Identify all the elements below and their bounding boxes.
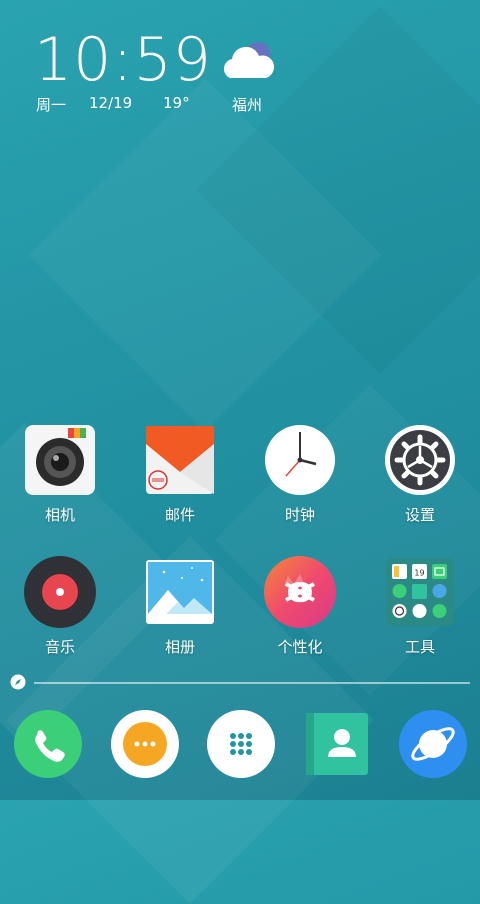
clock-time[interactable]: 10:59 bbox=[34, 28, 212, 92]
gallery-icon bbox=[144, 556, 216, 628]
clock-icon bbox=[264, 424, 336, 496]
compass-icon[interactable] bbox=[10, 674, 26, 694]
mail-icon bbox=[144, 424, 216, 496]
dock-browser[interactable] bbox=[398, 709, 468, 779]
dock-phone[interactable] bbox=[13, 709, 83, 779]
contacts-icon bbox=[306, 713, 368, 775]
app-music[interactable]: 音乐 bbox=[10, 556, 110, 657]
dock-contacts[interactable] bbox=[302, 709, 372, 779]
phone-icon bbox=[14, 710, 82, 778]
camera-icon bbox=[24, 424, 96, 496]
dock-messages[interactable] bbox=[110, 709, 180, 779]
temperature-label: 19° bbox=[163, 94, 190, 112]
app-label: 邮件 bbox=[164, 506, 195, 524]
app-label: 时钟 bbox=[284, 506, 315, 524]
app-drawer-icon bbox=[207, 710, 275, 778]
tools-folder-icon: 19 bbox=[384, 556, 456, 628]
app-label: 相册 bbox=[164, 638, 195, 656]
app-mail[interactable]: 邮件 bbox=[130, 424, 230, 525]
app-tools-folder[interactable]: 19 工具 bbox=[370, 556, 470, 657]
app-label: 音乐 bbox=[44, 638, 75, 656]
browser-icon bbox=[399, 710, 467, 778]
date-label: 12/19 bbox=[89, 94, 133, 112]
page-indicator-line bbox=[34, 682, 470, 684]
app-label: 设置 bbox=[404, 506, 435, 524]
app-label: 工具 bbox=[404, 638, 435, 656]
cloud-icon[interactable] bbox=[218, 38, 278, 88]
folder-calendar-date: 19 bbox=[414, 569, 424, 578]
settings-gear-icon bbox=[384, 424, 456, 496]
app-gallery[interactable]: 相册 bbox=[130, 556, 230, 657]
app-settings[interactable]: 设置 bbox=[370, 424, 470, 525]
personalize-infinity-icon bbox=[264, 556, 336, 628]
app-label: 相机 bbox=[44, 506, 75, 524]
city-label[interactable]: 福州 bbox=[232, 94, 262, 115]
messages-icon bbox=[111, 710, 179, 778]
app-clock[interactable]: 时钟 bbox=[250, 424, 350, 525]
app-label: 个性化 bbox=[277, 638, 323, 656]
app-personalize[interactable]: 个性化 bbox=[250, 556, 350, 657]
weekday-label: 周一 bbox=[36, 96, 67, 114]
music-disc-icon bbox=[24, 556, 96, 628]
app-camera[interactable]: 相机 bbox=[10, 424, 110, 525]
dock-app-drawer[interactable] bbox=[206, 709, 276, 779]
